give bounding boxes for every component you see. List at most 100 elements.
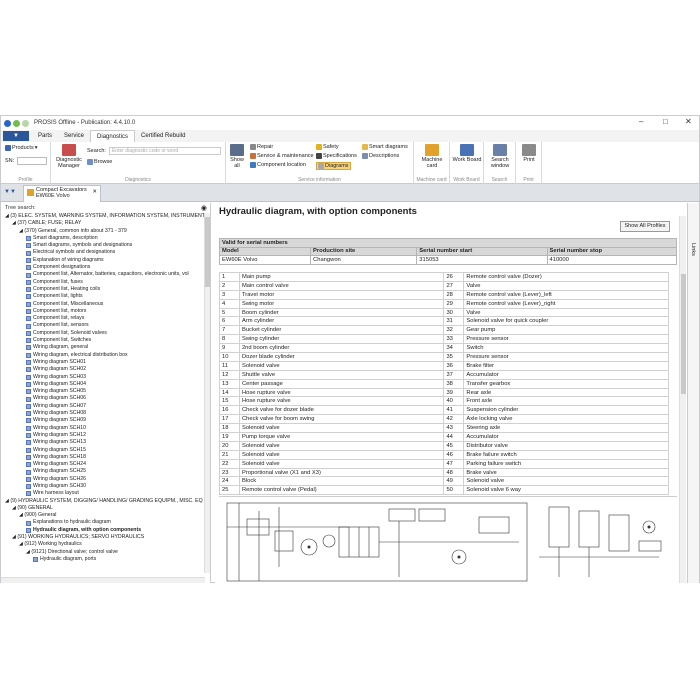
tree-item[interactable]: Component list, Miscellaneous: [1, 301, 205, 308]
search-window-button[interactable]: Search window: [486, 144, 514, 169]
tree-item[interactable]: Smart diagrams, symbols and designations: [1, 242, 205, 249]
browse-button[interactable]: Browse: [87, 159, 112, 165]
tree-item-label: ◢ (9121) Directional valve; control valv…: [26, 548, 118, 555]
tab-list-dropdown[interactable]: ▼▼: [4, 189, 16, 195]
tree-item[interactable]: ◢ (900) General: [1, 512, 205, 519]
tree-item-label: Hydraulic diagram, ports: [40, 555, 97, 562]
service-maintenance-button[interactable]: Service & maintenance: [250, 153, 314, 159]
binoculars-icon[interactable]: ◉: [201, 204, 207, 212]
part-name: Hose rupture valve: [238, 387, 445, 398]
part-number: 20: [219, 440, 240, 451]
tree-item[interactable]: Component list, Switches: [1, 337, 205, 344]
close-button[interactable]: ✕: [685, 117, 692, 126]
tree-item[interactable]: Wiring diagram SCH13: [1, 439, 205, 446]
tree-item[interactable]: Wiring diagram SCH05: [1, 388, 205, 395]
smart-diagrams-button[interactable]: Smart diagrams: [362, 144, 408, 150]
links-tab[interactable]: Links: [690, 243, 696, 256]
part-number: 50: [443, 485, 465, 496]
tab-service[interactable]: Service: [58, 130, 90, 142]
sn-input[interactable]: [17, 157, 48, 165]
page-title: Hydraulic diagram, with option component…: [219, 206, 417, 217]
tree-item[interactable]: Component list, fuses: [1, 279, 205, 286]
tree-item[interactable]: ◢ (912) Working hydraulics: [1, 541, 205, 548]
content-scroll-thumb[interactable]: [681, 274, 686, 394]
tree-item[interactable]: ◢ (370) General, common info about 371 -…: [1, 228, 205, 235]
component-location-button[interactable]: Component location: [250, 162, 306, 168]
back-icon[interactable]: [13, 119, 20, 127]
tree-item[interactable]: Wire harness layout: [1, 490, 205, 497]
print-button[interactable]: Print: [518, 144, 540, 163]
tree-item[interactable]: Wiring diagram SCH04: [1, 381, 205, 388]
tree-item[interactable]: Wiring diagram, general: [1, 344, 205, 351]
tree-item[interactable]: ◢ (91) WORKING HYDRAULICS; SERVO HYDRAUL…: [1, 534, 205, 541]
tree-item[interactable]: Wiring diagram SCH08: [1, 410, 205, 417]
file-menu-button[interactable]: ▼: [3, 131, 29, 141]
tree-item[interactable]: Wiring diagram SCH12: [1, 432, 205, 439]
maximize-button[interactable]: □: [663, 117, 668, 126]
diagnostic-search-input[interactable]: Enter diagnostic code or word: [108, 147, 221, 155]
tree-item[interactable]: Wiring diagram SCH26: [1, 476, 205, 483]
machine-card-button[interactable]: Machine card: [416, 144, 448, 169]
diagrams-button[interactable]: Diagrams: [316, 162, 351, 170]
tree-hscrollbar[interactable]: [1, 577, 205, 583]
specifications-button[interactable]: Specifications: [316, 153, 357, 159]
show-all-button[interactable]: Show all: [228, 144, 246, 169]
forward-icon[interactable]: [22, 119, 29, 127]
part-name: Solenoid valve: [238, 360, 445, 371]
tree-item[interactable]: Hydraulic diagram, ports: [1, 556, 205, 563]
show-all-profiles-button[interactable]: Show All Profiles: [620, 221, 670, 232]
tree-item[interactable]: ◢ (37) CABLE; FUSE; RELAY: [1, 220, 205, 227]
tree-item[interactable]: Wiring diagram SCH15: [1, 447, 205, 454]
tree-item[interactable]: Component list, lights: [1, 293, 205, 300]
tree-item[interactable]: Component designations: [1, 264, 205, 271]
work-board-button[interactable]: Work Board: [452, 144, 482, 163]
tree-item[interactable]: Wiring diagram SCH07: [1, 403, 205, 410]
document-tab-compact-excavators[interactable]: Compact Excavators EW60E Volvo ✕: [23, 185, 101, 202]
tree-item[interactable]: Electrical symbols and designations: [1, 249, 205, 256]
minimize-button[interactable]: –: [639, 117, 643, 126]
tree-item[interactable]: Explanations to hydraulic diagram: [1, 519, 205, 526]
tree-item[interactable]: Smart diagrams, description: [1, 235, 205, 242]
hydraulic-diagram[interactable]: [219, 496, 677, 583]
tree-item[interactable]: Component list, Alternator, batteries, c…: [1, 271, 205, 278]
tab-parts[interactable]: Parts: [32, 130, 58, 142]
tree-item[interactable]: Component list, Heating coils: [1, 286, 205, 293]
products-button[interactable]: Products ▾: [5, 145, 37, 151]
diagrams-icon: [318, 163, 324, 169]
diagnostic-manager-button[interactable]: Diagnostic Manager: [55, 144, 83, 169]
tree-item[interactable]: Wiring diagram SCH06: [1, 395, 205, 402]
tree-item[interactable]: Component list, sensors: [1, 322, 205, 329]
tree-item[interactable]: Explanation of wiring diagrams: [1, 257, 205, 264]
tree-item-label: Component list, relays: [33, 315, 85, 322]
document-icon: [26, 484, 31, 490]
descriptions-button[interactable]: Descriptions: [362, 153, 399, 159]
tree-item[interactable]: Wiring diagram SCH09: [1, 417, 205, 424]
tree-item[interactable]: Wiring diagram, electrical distribution …: [1, 352, 205, 359]
tab-diagnostics[interactable]: Diagnostics: [90, 130, 136, 142]
tree-item[interactable]: ◢ (9121) Directional valve; control valv…: [1, 549, 205, 556]
tree-item[interactable]: Wiring diagram SCH02: [1, 366, 205, 373]
tab-certified-rebuild[interactable]: Certified Rebuild: [135, 130, 191, 142]
tree-item[interactable]: ◢ (3) ELEC. SYSTEM, WARNING SYSTEM, INFO…: [1, 213, 205, 220]
tree-item[interactable]: Wiring diagram SCH10: [1, 425, 205, 432]
repair-button[interactable]: Repair: [250, 144, 273, 150]
safety-button[interactable]: Safety: [316, 144, 339, 150]
tree-item[interactable]: ◢ (9) HYDRAULIC SYSTEM, DIGGING/ HANDLIN…: [1, 498, 205, 505]
tree-item[interactable]: Wiring diagram SCH24: [1, 461, 205, 468]
tree-scroll-thumb[interactable]: [205, 217, 210, 287]
content-scrollbar[interactable]: [679, 216, 686, 583]
tree-item[interactable]: ◢ (90) GENERAL: [1, 505, 205, 512]
doctab-line2: EW60E Volvo: [36, 193, 70, 199]
tree-item[interactable]: Wiring diagram SCH30: [1, 483, 205, 490]
part-number: 41: [443, 405, 465, 416]
tree-item[interactable]: Wiring diagram SCH01: [1, 359, 205, 366]
tree-item[interactable]: Wiring diagram SCH03: [1, 374, 205, 381]
tree-item[interactable]: Wiring diagram SCH18: [1, 454, 205, 461]
tree-item[interactable]: Hydraulic diagram, with option component…: [1, 527, 205, 534]
tree-scrollbar[interactable]: [204, 213, 210, 573]
close-tab-icon[interactable]: ✕: [92, 189, 97, 195]
tree-item[interactable]: Component list, relays: [1, 315, 205, 322]
tree-item[interactable]: Wiring diagram SCH25: [1, 468, 205, 475]
tree-item[interactable]: Component list, motors: [1, 308, 205, 315]
tree-item[interactable]: Component list, Solenoid valves: [1, 330, 205, 337]
